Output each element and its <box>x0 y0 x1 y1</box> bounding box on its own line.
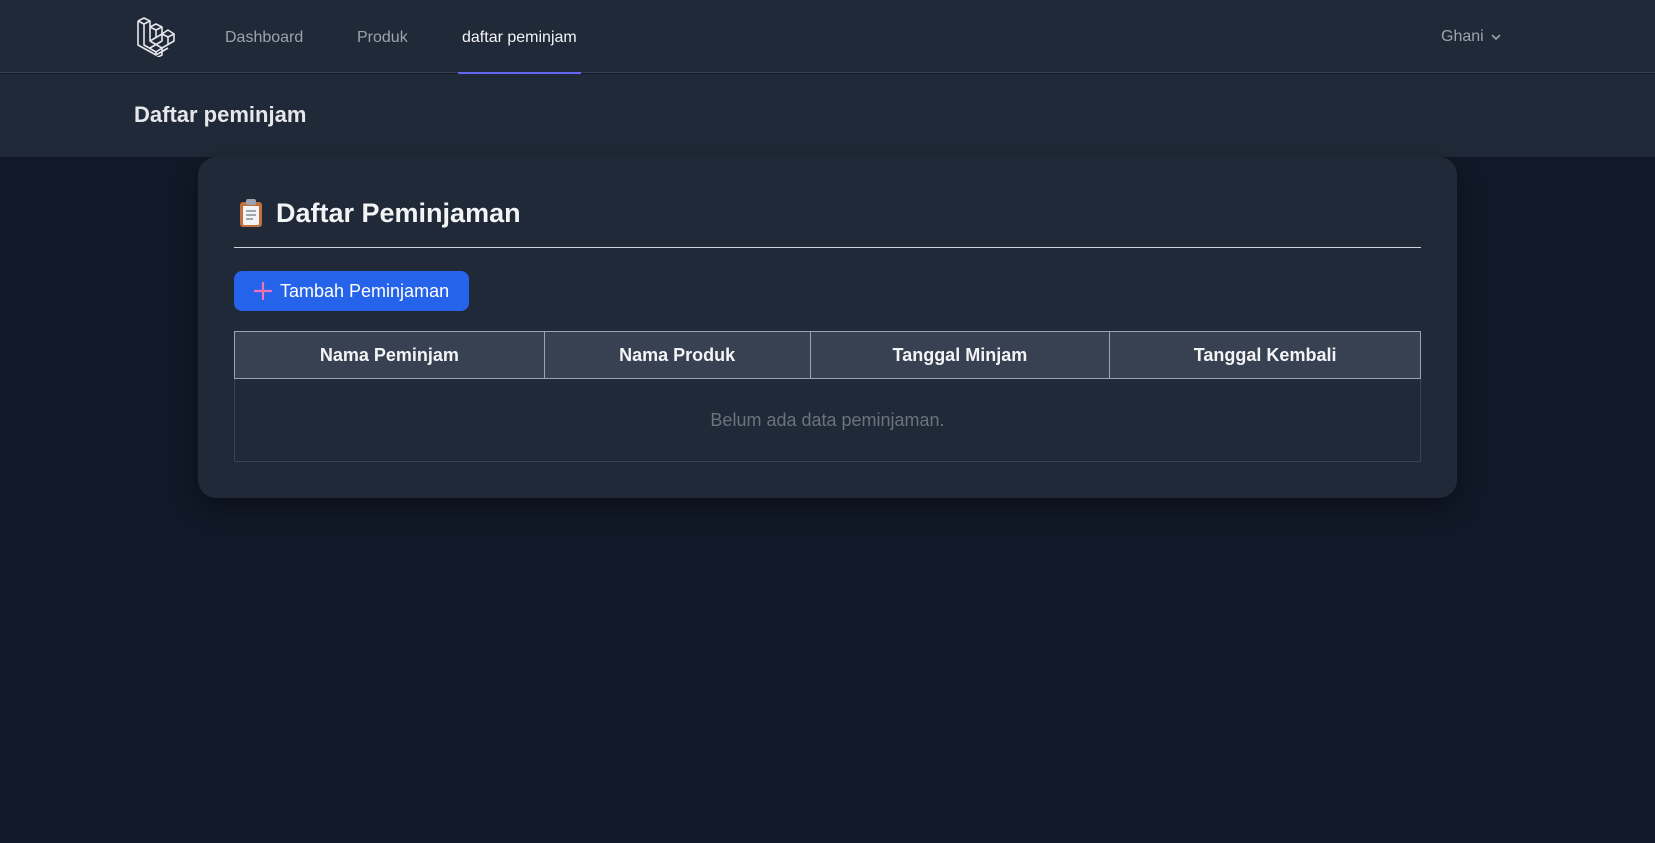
user-name: Ghani <box>1441 28 1484 45</box>
chevron-down-icon <box>1491 34 1501 40</box>
user-menu[interactable]: Ghani <box>1441 0 1502 73</box>
column-header-nama-peminjam: Nama Peminjam <box>234 331 545 379</box>
card-divider <box>234 247 1421 248</box>
card-heading: Daftar Peminjaman <box>238 195 521 231</box>
page-header: Daftar peminjam <box>0 74 1655 157</box>
page-title: Daftar peminjam <box>134 102 307 127</box>
add-loan-button-label: Tambah Peminjaman <box>280 280 450 301</box>
card-title: Daftar Peminjaman <box>276 197 521 228</box>
table-header-row: Nama Peminjam Nama Produk Tanggal Minjam… <box>234 331 1421 379</box>
loans-card: Daftar Peminjaman Tambah Peminjaman Nama… <box>198 157 1457 498</box>
column-header-tanggal-minjam: Tanggal Minjam <box>809 331 1111 379</box>
clipboard-icon <box>240 199 262 227</box>
table-row: Belum ada data peminjaman. <box>234 378 1421 462</box>
nav-link-produk[interactable]: Produk <box>357 0 408 73</box>
nav-link-dashboard[interactable]: Dashboard <box>225 0 303 73</box>
laravel-logo-icon[interactable] <box>135 17 175 57</box>
nav-link-daftar-peminjam[interactable]: daftar peminjam <box>458 0 581 74</box>
column-header-tanggal-kembali: Tanggal Kembali <box>1109 331 1421 379</box>
empty-table-message: Belum ada data peminjaman. <box>234 378 1421 462</box>
top-navigation: Dashboard Produk daftar peminjam Ghani <box>0 0 1655 74</box>
column-header-nama-produk: Nama Produk <box>543 331 811 379</box>
loans-table: Nama Peminjam Nama Produk Tanggal Minjam… <box>234 331 1421 462</box>
plus-icon <box>254 282 272 300</box>
add-loan-button[interactable]: Tambah Peminjaman <box>234 271 469 311</box>
